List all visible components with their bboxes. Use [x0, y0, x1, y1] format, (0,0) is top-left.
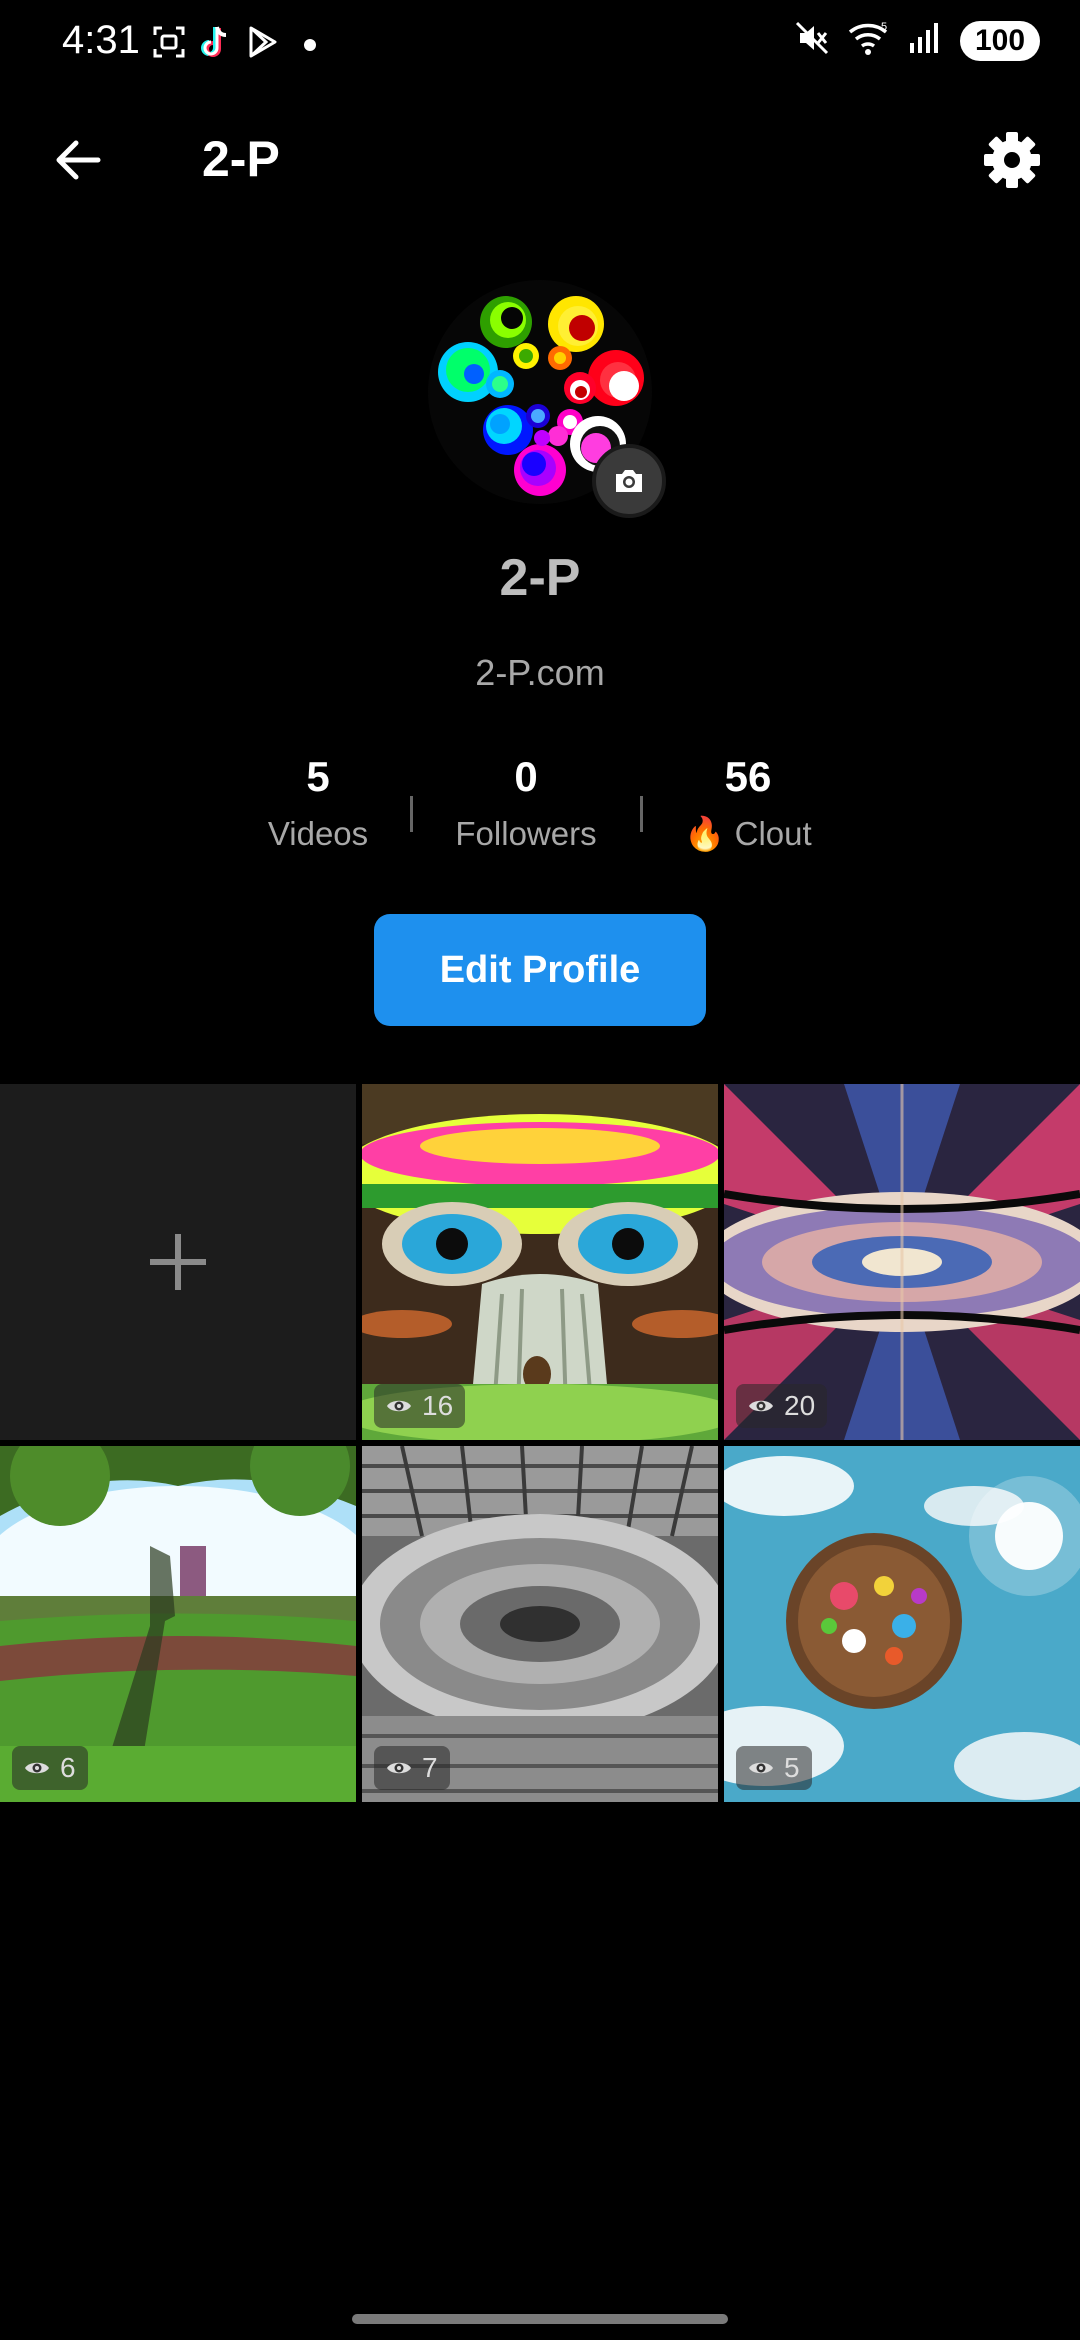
tiktok-icon [200, 24, 232, 65]
add-video-tile[interactable] [0, 1084, 356, 1440]
view-count: 20 [784, 1390, 816, 1421]
eye-icon [387, 1400, 411, 1412]
view-count-badge: 16 [374, 1384, 466, 1428]
video-thumbnail[interactable]: 20 [724, 1084, 1080, 1440]
edit-profile-button[interactable]: Edit Profile [374, 914, 706, 1026]
play-store-icon [246, 25, 280, 64]
view-count-badge: 6 [12, 1746, 88, 1790]
battery-indicator: 100 [960, 20, 1040, 61]
stat-clout-label: 🔥 Clout [668, 814, 828, 854]
video-thumbnail[interactable]: 16 [362, 1084, 718, 1440]
app-header: 2-P [0, 110, 1080, 210]
stat-divider [410, 796, 413, 832]
eye-icon [25, 1762, 49, 1774]
profile-name: 2-P [499, 549, 581, 607]
camera-icon [616, 470, 642, 492]
stat-followers[interactable]: 0 Followers [436, 752, 616, 854]
view-count: 7 [422, 1752, 438, 1783]
stat-videos[interactable]: 5 Videos [248, 752, 388, 854]
stat-videos-value: 5 [306, 753, 330, 800]
stat-followers-label: Followers [455, 815, 597, 852]
eye-icon [749, 1762, 773, 1774]
signal-icon [908, 21, 942, 60]
stat-clout-value: 56 [724, 753, 772, 800]
back-button[interactable] [48, 130, 108, 190]
arrow-left-icon [56, 140, 101, 180]
view-count: 16 [422, 1390, 454, 1421]
stat-divider [640, 796, 643, 832]
video-thumbnail[interactable]: 6 [0, 1446, 356, 1802]
eye-icon [749, 1400, 773, 1412]
video-thumbnail[interactable]: 5 [724, 1446, 1080, 1802]
stat-videos-label: Videos [267, 815, 369, 852]
avatar-container[interactable] [428, 280, 666, 518]
page-title: 2-P [202, 131, 280, 187]
status-right-icons: 5 100 [794, 20, 1040, 61]
home-indicator[interactable] [352, 2314, 728, 2324]
svg-text:5: 5 [881, 21, 887, 33]
settings-button[interactable] [980, 128, 1044, 192]
view-count-badge: 20 [736, 1384, 828, 1428]
view-count: 5 [784, 1752, 800, 1783]
profile-stats: 5 Videos 0 Followers 56 🔥 Clout [0, 752, 1080, 862]
video-thumbnail[interactable]: 7 [362, 1446, 718, 1802]
screenshot-icon [152, 25, 186, 64]
status-time: 4:31 [62, 18, 140, 62]
wifi-icon: 5 [848, 20, 890, 61]
change-avatar-button[interactable] [592, 444, 666, 518]
plus-icon [150, 1234, 206, 1290]
mute-icon [794, 20, 830, 61]
view-count: 6 [60, 1752, 76, 1783]
gear-icon [984, 132, 1040, 188]
view-count-badge: 5 [736, 1746, 812, 1790]
stat-followers-value: 0 [514, 753, 538, 800]
profile-website-link[interactable]: 2-P.com [0, 652, 1080, 694]
fire-icon: 🔥 [684, 815, 726, 852]
stat-clout-label-text: Clout [734, 815, 812, 852]
status-left-icons [152, 24, 316, 65]
stat-clout[interactable]: 56 🔥 Clout [668, 752, 828, 854]
eye-icon [387, 1762, 411, 1774]
notification-dot-icon [304, 38, 316, 51]
view-count-badge: 7 [374, 1746, 450, 1790]
status-bar: 4:31 5 100 [0, 0, 1080, 90]
